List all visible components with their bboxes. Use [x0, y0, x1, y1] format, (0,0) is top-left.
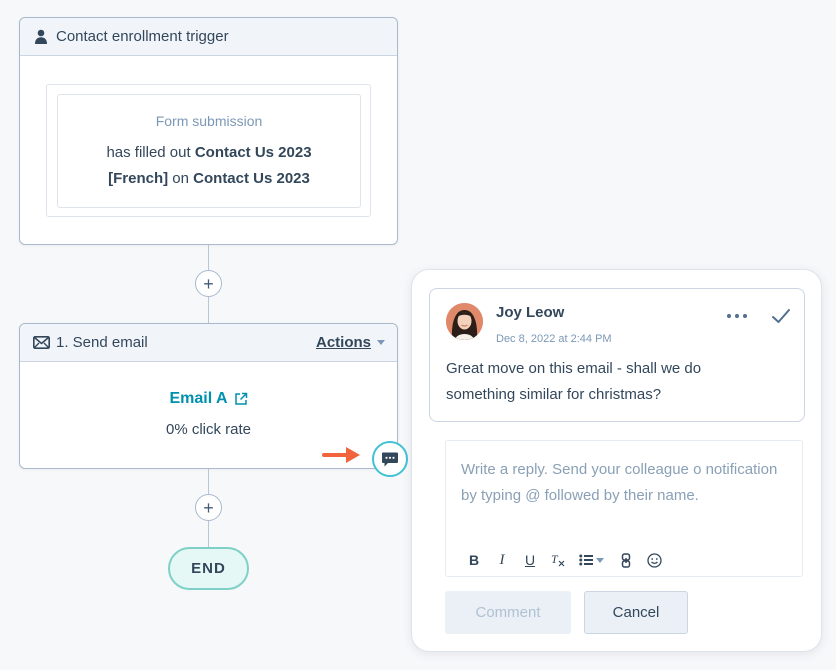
cancel-button[interactable]: Cancel — [584, 591, 688, 634]
end-node: END — [168, 547, 249, 590]
link-button[interactable] — [612, 549, 640, 571]
more-options-icon[interactable] — [727, 314, 747, 318]
clear-format-button[interactable]: T — [544, 549, 572, 571]
comment-panel: Joy Leow Dec 8, 2022 at 2:44 PM Great mo… — [411, 269, 822, 652]
filter-condition-line-1: has filled out Contact Us 2023 — [58, 140, 360, 166]
svg-text:T: T — [551, 552, 559, 566]
emoji-icon — [646, 552, 662, 568]
trigger-filter[interactable]: Form submission has filled out Contact U… — [57, 94, 361, 208]
filter-form-variant: [French] — [108, 170, 169, 187]
click-rate: 0% click rate — [165, 421, 252, 438]
comment-text: Great move on this email - shall we do s… — [446, 360, 702, 403]
bold-button[interactable]: B — [460, 549, 488, 571]
trigger-filter-group: Form submission has filled out Contact U… — [46, 84, 371, 217]
reply-editor[interactable]: Write a reply. Send your colleague o not… — [445, 440, 803, 577]
list-icon — [578, 554, 593, 566]
actions-dropdown[interactable]: Actions — [316, 334, 385, 351]
reply-toolbar: B I U T — [460, 549, 668, 571]
italic-button[interactable]: I — [488, 549, 516, 571]
filter-type: Form submission — [155, 113, 263, 129]
external-link-icon — [234, 392, 247, 405]
filter-condition-line-2: [French] on Contact Us 2023 — [58, 166, 360, 192]
action-title: 1. Send email — [56, 334, 148, 351]
connector-line — [208, 469, 209, 494]
filter-form-name: Contact Us 2023 — [194, 144, 312, 161]
caret-down-icon[interactable] — [596, 557, 604, 563]
email-link[interactable]: Email A — [169, 390, 247, 408]
comment-icon — [382, 452, 398, 466]
arrow-right-icon — [322, 447, 360, 463]
enrollment-trigger-card[interactable]: Contact enrollment trigger Form submissi… — [19, 17, 398, 245]
trigger-title: Contact enrollment trigger — [56, 28, 229, 45]
person-icon — [32, 28, 50, 46]
caret-down-icon — [377, 340, 385, 345]
trigger-header: Contact enrollment trigger — [20, 18, 397, 56]
comment-button[interactable] — [372, 441, 408, 477]
envelope-icon — [32, 334, 50, 352]
clear-format-icon: T — [551, 552, 565, 567]
reply-placeholder[interactable]: Write a reply. Send your colleague o not… — [461, 457, 781, 509]
comment-timestamp: Dec 8, 2022 at 2:44 PM — [496, 333, 612, 345]
filter-page-name: Contact Us 2023 — [193, 170, 310, 187]
add-step-button[interactable]: + — [195, 494, 222, 521]
comment-author: Joy Leow — [496, 304, 565, 321]
action-header: 1. Send email Actions — [20, 324, 397, 362]
comment-card: Joy Leow Dec 8, 2022 at 2:44 PM Great mo… — [429, 288, 805, 422]
connector-line — [208, 245, 209, 270]
add-step-button[interactable]: + — [195, 270, 222, 297]
filter-text: on — [172, 170, 189, 187]
underline-button[interactable]: U — [516, 549, 544, 571]
email-link-row: Email A — [20, 390, 397, 408]
connector-line — [208, 297, 209, 323]
avatar — [446, 303, 483, 340]
connector-line — [208, 521, 209, 547]
emoji-button[interactable] — [640, 549, 668, 571]
link-icon — [621, 552, 631, 568]
comment-submit-button[interactable]: Comment — [445, 591, 571, 634]
filter-text: has filled out — [106, 144, 191, 161]
resolve-check-icon[interactable] — [770, 306, 792, 326]
